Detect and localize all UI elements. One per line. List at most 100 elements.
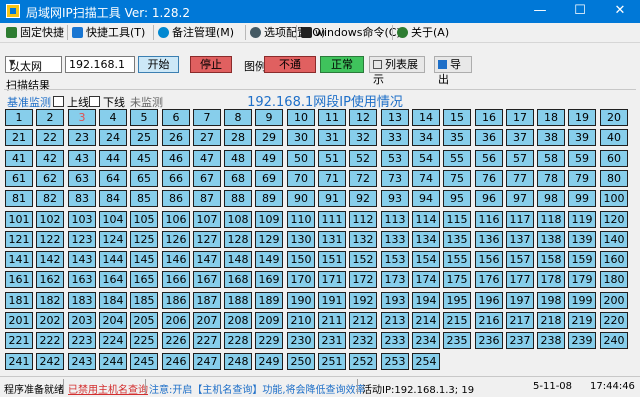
ip-cell-195[interactable]: 195: [443, 292, 471, 309]
ip-cell-134[interactable]: 134: [412, 231, 440, 248]
ip-cell-169[interactable]: 169: [255, 271, 283, 288]
ip-cell-80[interactable]: 80: [600, 170, 628, 187]
ip-cell-166[interactable]: 166: [162, 271, 190, 288]
ip-cell-26[interactable]: 26: [162, 129, 190, 146]
close-button[interactable]: ✕: [600, 0, 640, 23]
ip-cell-202[interactable]: 202: [36, 312, 64, 329]
ip-cell-223[interactable]: 223: [68, 332, 96, 349]
ip-cell-69[interactable]: 69: [255, 170, 283, 187]
ip-cell-45[interactable]: 45: [130, 150, 158, 167]
ip-cell-119[interactable]: 119: [568, 211, 596, 228]
ip-cell-27[interactable]: 27: [193, 129, 221, 146]
ip-cell-177[interactable]: 177: [506, 271, 534, 288]
ip-cell-226[interactable]: 226: [162, 332, 190, 349]
ip-cell-8[interactable]: 8: [224, 109, 252, 126]
ip-cell-35[interactable]: 35: [443, 129, 471, 146]
ip-cell-107[interactable]: 107: [193, 211, 221, 228]
ip-cell-34[interactable]: 34: [412, 129, 440, 146]
ip-cell-16[interactable]: 16: [475, 109, 503, 126]
ip-cell-175[interactable]: 175: [443, 271, 471, 288]
ip-cell-21[interactable]: 21: [5, 129, 33, 146]
ip-cell-51[interactable]: 51: [318, 150, 346, 167]
ip-cell-87[interactable]: 87: [193, 190, 221, 207]
offline-checkbox[interactable]: 下线: [89, 94, 125, 110]
ip-cell-164[interactable]: 164: [99, 271, 127, 288]
ip-cell-183[interactable]: 183: [68, 292, 96, 309]
ip-cell-81[interactable]: 81: [5, 190, 33, 207]
ip-cell-151[interactable]: 151: [318, 251, 346, 268]
ip-cell-171[interactable]: 171: [318, 271, 346, 288]
ip-cell-220[interactable]: 220: [600, 312, 628, 329]
ip-cell-252[interactable]: 252: [349, 353, 377, 370]
ip-cell-213[interactable]: 213: [381, 312, 409, 329]
ip-cell-159[interactable]: 159: [568, 251, 596, 268]
ip-cell-71[interactable]: 71: [318, 170, 346, 187]
ip-cell-200[interactable]: 200: [600, 292, 628, 309]
ip-cell-30[interactable]: 30: [287, 129, 315, 146]
ip-cell-76[interactable]: 76: [475, 170, 503, 187]
export-button[interactable]: 导出: [434, 56, 472, 86]
ip-cell-229[interactable]: 229: [255, 332, 283, 349]
ip-cell-139[interactable]: 139: [568, 231, 596, 248]
ip-cell-123[interactable]: 123: [68, 231, 96, 248]
ip-segment-input[interactable]: [65, 56, 135, 73]
menu-note-management[interactable]: 备注管理(M): [158, 25, 234, 41]
ip-cell-155[interactable]: 155: [443, 251, 471, 268]
ip-cell-68[interactable]: 68: [224, 170, 252, 187]
ip-cell-173[interactable]: 173: [381, 271, 409, 288]
ip-cell-186[interactable]: 186: [162, 292, 190, 309]
ip-cell-150[interactable]: 150: [287, 251, 315, 268]
ip-cell-135[interactable]: 135: [443, 231, 471, 248]
ip-cell-2[interactable]: 2: [36, 109, 64, 126]
ip-cell-132[interactable]: 132: [349, 231, 377, 248]
ip-cell-29[interactable]: 29: [255, 129, 283, 146]
ip-cell-60[interactable]: 60: [600, 150, 628, 167]
ip-cell-149[interactable]: 149: [255, 251, 283, 268]
ip-cell-93[interactable]: 93: [381, 190, 409, 207]
ip-cell-52[interactable]: 52: [349, 150, 377, 167]
ip-cell-133[interactable]: 133: [381, 231, 409, 248]
ip-cell-105[interactable]: 105: [130, 211, 158, 228]
ip-cell-198[interactable]: 198: [537, 292, 565, 309]
ip-cell-38[interactable]: 38: [537, 129, 565, 146]
ip-cell-39[interactable]: 39: [568, 129, 596, 146]
ip-cell-112[interactable]: 112: [349, 211, 377, 228]
ip-cell-138[interactable]: 138: [537, 231, 565, 248]
ip-cell-44[interactable]: 44: [99, 150, 127, 167]
ip-cell-1[interactable]: 1: [5, 109, 33, 126]
ip-cell-91[interactable]: 91: [318, 190, 346, 207]
ip-cell-6[interactable]: 6: [162, 109, 190, 126]
menu-fixed-shortcuts[interactable]: 固定快捷: [6, 25, 64, 41]
ip-cell-143[interactable]: 143: [68, 251, 96, 268]
ip-cell-184[interactable]: 184: [99, 292, 127, 309]
ip-cell-25[interactable]: 25: [130, 129, 158, 146]
ip-cell-3[interactable]: 3: [68, 109, 96, 126]
ip-cell-104[interactable]: 104: [99, 211, 127, 228]
ip-cell-145[interactable]: 145: [130, 251, 158, 268]
ip-cell-205[interactable]: 205: [130, 312, 158, 329]
ip-cell-165[interactable]: 165: [130, 271, 158, 288]
ip-cell-193[interactable]: 193: [381, 292, 409, 309]
ip-cell-33[interactable]: 33: [381, 129, 409, 146]
ip-cell-101[interactable]: 101: [5, 211, 33, 228]
ip-cell-62[interactable]: 62: [36, 170, 64, 187]
ip-cell-163[interactable]: 163: [68, 271, 96, 288]
ip-cell-7[interactable]: 7: [193, 109, 221, 126]
ip-cell-197[interactable]: 197: [506, 292, 534, 309]
adapter-select[interactable]: 以太网 ▼: [5, 56, 62, 73]
ip-cell-74[interactable]: 74: [412, 170, 440, 187]
ip-cell-46[interactable]: 46: [162, 150, 190, 167]
ip-cell-127[interactable]: 127: [193, 231, 221, 248]
ip-cell-72[interactable]: 72: [349, 170, 377, 187]
hostname-disabled-link[interactable]: 已禁用主机名查询: [68, 381, 148, 396]
ip-cell-54[interactable]: 54: [412, 150, 440, 167]
ip-cell-248[interactable]: 248: [224, 353, 252, 370]
ip-cell-110[interactable]: 110: [287, 211, 315, 228]
ip-cell-94[interactable]: 94: [412, 190, 440, 207]
stop-button[interactable]: 停止: [190, 56, 232, 73]
ip-cell-192[interactable]: 192: [349, 292, 377, 309]
ip-cell-206[interactable]: 206: [162, 312, 190, 329]
ip-cell-47[interactable]: 47: [193, 150, 221, 167]
ip-cell-217[interactable]: 217: [506, 312, 534, 329]
ip-cell-128[interactable]: 128: [224, 231, 252, 248]
